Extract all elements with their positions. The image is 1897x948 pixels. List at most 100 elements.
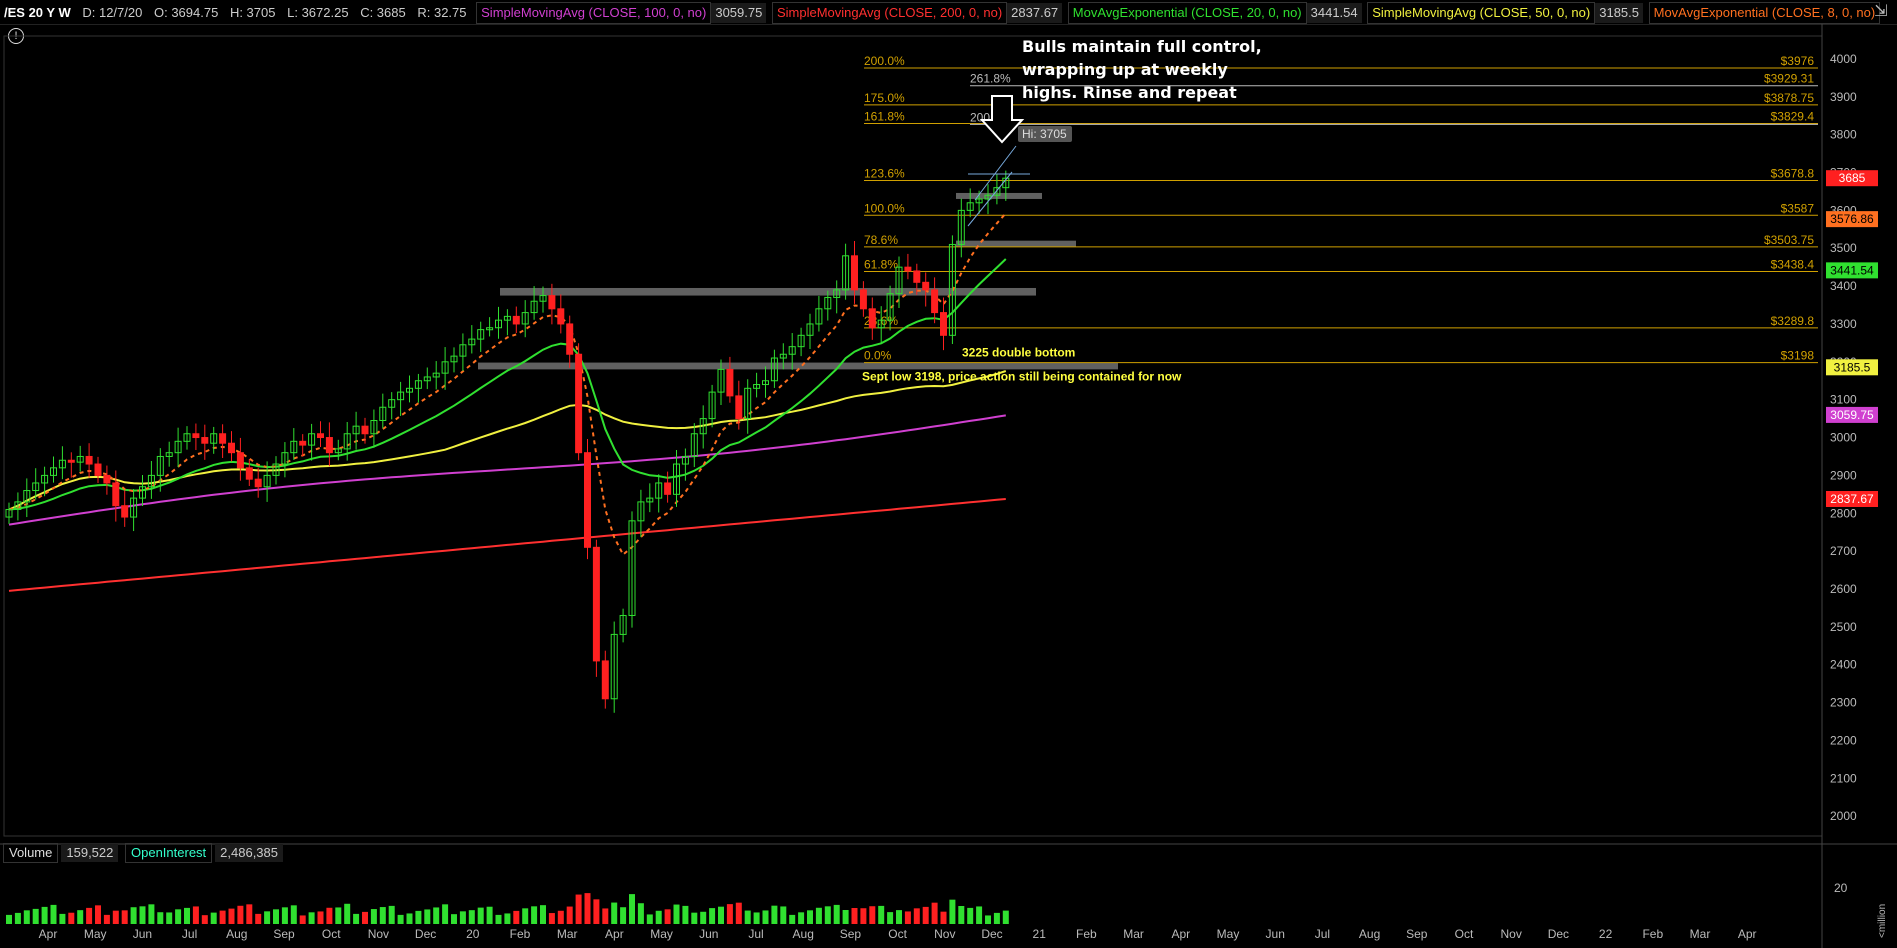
x-tick-label: Apr [1171,927,1190,941]
study-sma200-label[interactable]: SimpleMovingAvg (CLOSE, 200, 0, no) [771,2,1008,24]
volume-bar [798,912,805,924]
x-tick-label: Sep [1406,927,1428,941]
x-tick-label: Sep [840,927,862,941]
volume-bar [201,915,208,924]
sma200-line [8,498,1006,592]
volume-bar [815,907,822,924]
x-tick-label: Feb [1076,927,1097,941]
fib-price-label: $3587 [1781,201,1815,215]
volume-bar [869,906,876,924]
volume-bar [14,912,21,924]
volume-bar [967,907,974,924]
volume-bar [130,907,137,924]
study-ema8-label[interactable]: MovAvgExponential (CLOSE, 8, 0, no) [1648,2,1881,24]
price-tag-label: 3059.75 [1830,408,1874,422]
y-tick-label: 3000 [1830,431,1857,445]
candle-body [868,308,876,329]
trend-channel [967,145,1030,227]
fib-price-label: $3503.75 [1764,233,1814,247]
y-tick-label: 3900 [1830,90,1857,104]
x-tick-label: Feb [510,927,531,941]
y-tick-label: 2500 [1830,620,1857,634]
x-tick-label: Dec [981,927,1002,941]
candle-body [219,433,227,444]
volume-bar [664,909,671,924]
candle-body [512,315,520,325]
volume-bar [166,912,173,924]
candle-body [325,437,333,454]
volume-bar [424,909,431,924]
symbol-label[interactable]: /ES 20 Y W [0,3,75,23]
fib-price-label: $3829.4 [1771,110,1815,124]
fib-price-label: $3878.75 [1764,91,1814,105]
headline-annotation: highs. Rinse and repeat [1022,83,1237,102]
x-tick-label: Jul [748,927,763,941]
volume-bar [593,899,600,924]
y-tick-label: 2100 [1830,771,1857,785]
volume-bar [228,908,235,924]
volume-bar [931,902,938,924]
volume-label[interactable]: Volume [3,843,59,863]
volume-value: 159,522 [61,844,119,862]
volume-bar [887,912,894,924]
price-tag-label: 3185.5 [1834,360,1871,374]
volume-bar [940,911,947,924]
volume-bar [682,905,689,924]
x-tick-label: Jul [1315,927,1330,941]
study-sma100-label[interactable]: SimpleMovingAvg (CLOSE, 100, 0, no) [476,2,712,24]
volume-bar [121,910,128,924]
y-tick-label: 3100 [1830,393,1857,407]
candle-body [201,437,209,444]
candle-body [584,452,591,548]
candle-body [601,660,609,700]
price-chart[interactable]: 200.0% $3976261.8% $3929.31175.0% $3878.751… [0,24,1897,948]
candle-body [121,505,129,518]
open-interest-label[interactable]: OpenInterest [125,843,213,863]
candle-body [664,482,672,495]
volume-bar [557,910,564,924]
volume-bar [878,905,885,924]
volume-bar [807,910,813,924]
volume-bar [709,908,716,924]
volume-bar [904,911,911,924]
volume-bar [976,906,983,924]
volume-bar [896,910,902,924]
fib-price-label: $3678.8 [1771,167,1815,181]
candle-body [566,323,574,355]
y-tick-label: 3300 [1830,317,1857,331]
volume-bar [762,910,769,924]
fib-price-label: $3929.31 [1764,72,1814,86]
y-tick-label: 2900 [1830,468,1857,482]
study-sma50-label[interactable]: SimpleMovingAvg (CLOSE, 50, 0, no) [1367,2,1596,24]
collapse-icon[interactable]: ⇲ [1871,2,1891,22]
price-tag-label: 2837.67 [1830,492,1874,506]
volume-bar [504,913,511,924]
volume-bar [353,913,360,924]
volume-bar [629,894,635,924]
x-tick-label: Dec [415,927,436,941]
x-tick-label: Oct [322,927,341,941]
candle-body [557,308,565,325]
volume-bar [175,909,182,924]
volume-bar [335,907,342,924]
sma100-line [8,414,1006,526]
volume-bar [1002,910,1009,924]
candle-body [592,546,600,662]
x-tick-label: Oct [1455,927,1474,941]
volume-bar [317,911,324,924]
candle-body [299,440,307,446]
candle-body [548,295,556,310]
candle-body [236,452,244,469]
candle-body [940,312,947,336]
x-tick-label: May [1217,927,1240,941]
volume-bar [219,910,226,924]
volume-bar [255,913,262,924]
candle-body [726,368,734,397]
volume-bar [148,904,155,924]
y-tick-label: 2600 [1830,582,1857,596]
study-sma200-value: 2837.67 [1007,3,1063,23]
x-tick-label: Dec [1548,927,1569,941]
volume-bar [415,910,422,924]
volume-bar [540,905,546,924]
study-ema20-label[interactable]: MovAvgExponential (CLOSE, 20, 0, no) [1067,2,1307,24]
